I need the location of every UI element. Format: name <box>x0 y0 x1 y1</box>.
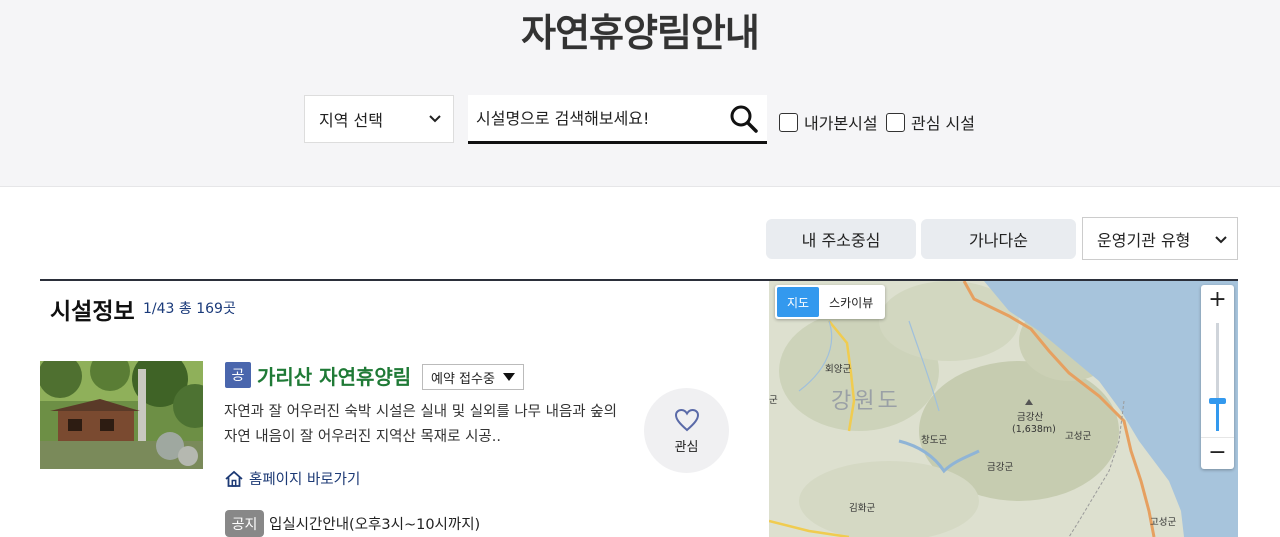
chevron-down-icon <box>429 115 441 123</box>
facility-info-heading: 시설정보 <box>50 299 135 325</box>
map-place-label: 고성군 <box>1065 431 1092 442</box>
map-place-label: 회양군 <box>825 364 852 375</box>
checkbox-box[interactable] <box>779 112 798 132</box>
public-badge: 공 <box>225 362 251 388</box>
favorite-button[interactable]: 관심 <box>644 388 729 473</box>
map-type-map-button[interactable]: 지도 <box>777 287 820 317</box>
search-box <box>468 95 767 144</box>
checkbox-box[interactable] <box>886 112 905 132</box>
map-type-control: 지도 스카이뷰 <box>775 285 886 319</box>
facility-name-link[interactable]: 가리산 자연휴양림 <box>257 361 411 390</box>
zoom-slider-fill <box>1216 400 1219 431</box>
map-place-label: 금강산 <box>1017 412 1044 423</box>
homepage-link-label: 홈페이지 바로가기 <box>249 472 361 488</box>
map-place-label: 군 <box>769 395 778 406</box>
sort-alphabetical-button[interactable]: 가나다순 <box>921 219 1076 259</box>
notice-text[interactable]: 입실시간안내(오후3시~10시까지) <box>269 513 480 534</box>
cabin-photo <box>40 361 203 469</box>
zoom-control: + − <box>1201 285 1234 469</box>
zoom-out-button[interactable]: − <box>1201 437 1234 469</box>
region-select-label: 지역 선택 <box>319 111 383 130</box>
map-place-label: 금강군 <box>987 462 1014 473</box>
facility-map[interactable]: 강원도 회양군 금강산 (1,638m) 고성군 창도군 금강군 김화군 고성군… <box>769 281 1238 537</box>
zoom-slider-handle[interactable] <box>1209 397 1226 404</box>
map-place-label: 창도군 <box>921 435 948 446</box>
favorite-button-label: 관심 <box>674 440 699 455</box>
visited-checkbox-label: 내가본시설 <box>804 114 878 133</box>
caret-down-icon <box>503 373 515 381</box>
map-place-label: 김화군 <box>849 503 876 514</box>
sort-by-address-button[interactable]: 내 주소중심 <box>766 219 916 259</box>
chevron-down-icon <box>1215 236 1227 244</box>
visited-checkbox[interactable]: 내가본시설 <box>779 110 878 134</box>
map-place-label: 고성군 <box>1150 517 1177 528</box>
search-icon[interactable] <box>729 104 759 134</box>
heart-icon <box>674 408 699 432</box>
search-input[interactable] <box>468 95 718 141</box>
map-place-label: (1,638m) <box>1012 424 1056 435</box>
result-count: 1/43 총 169곳 <box>143 301 236 317</box>
zoom-in-button[interactable]: + <box>1201 285 1234 317</box>
org-type-select[interactable]: 운영기관 유형 <box>1082 217 1238 260</box>
map-type-skyview-button[interactable]: 스카이뷰 <box>819 287 883 317</box>
facility-thumbnail[interactable] <box>40 361 203 469</box>
reservation-status-label: 예약 접수중 <box>431 371 495 387</box>
home-icon <box>225 470 243 487</box>
region-select[interactable]: 지역 선택 <box>304 95 454 143</box>
favorite-checkbox[interactable]: 관심 시설 <box>886 110 975 134</box>
reservation-status-dropdown[interactable]: 예약 접수중 <box>422 364 524 390</box>
homepage-link[interactable]: 홈페이지 바로가기 <box>224 468 360 489</box>
notice-badge: 공지 <box>225 510 264 537</box>
page-title: 자연휴양림안내 <box>521 11 760 55</box>
favorite-checkbox-label: 관심 시설 <box>911 114 975 133</box>
map-region-label: 강원도 <box>831 389 901 414</box>
facility-description: 자연과 잘 어우러진 숙박 시설은 실내 및 실외를 나무 내음과 숲의 자연 … <box>224 404 617 445</box>
org-type-select-label: 운영기관 유형 <box>1097 230 1191 250</box>
